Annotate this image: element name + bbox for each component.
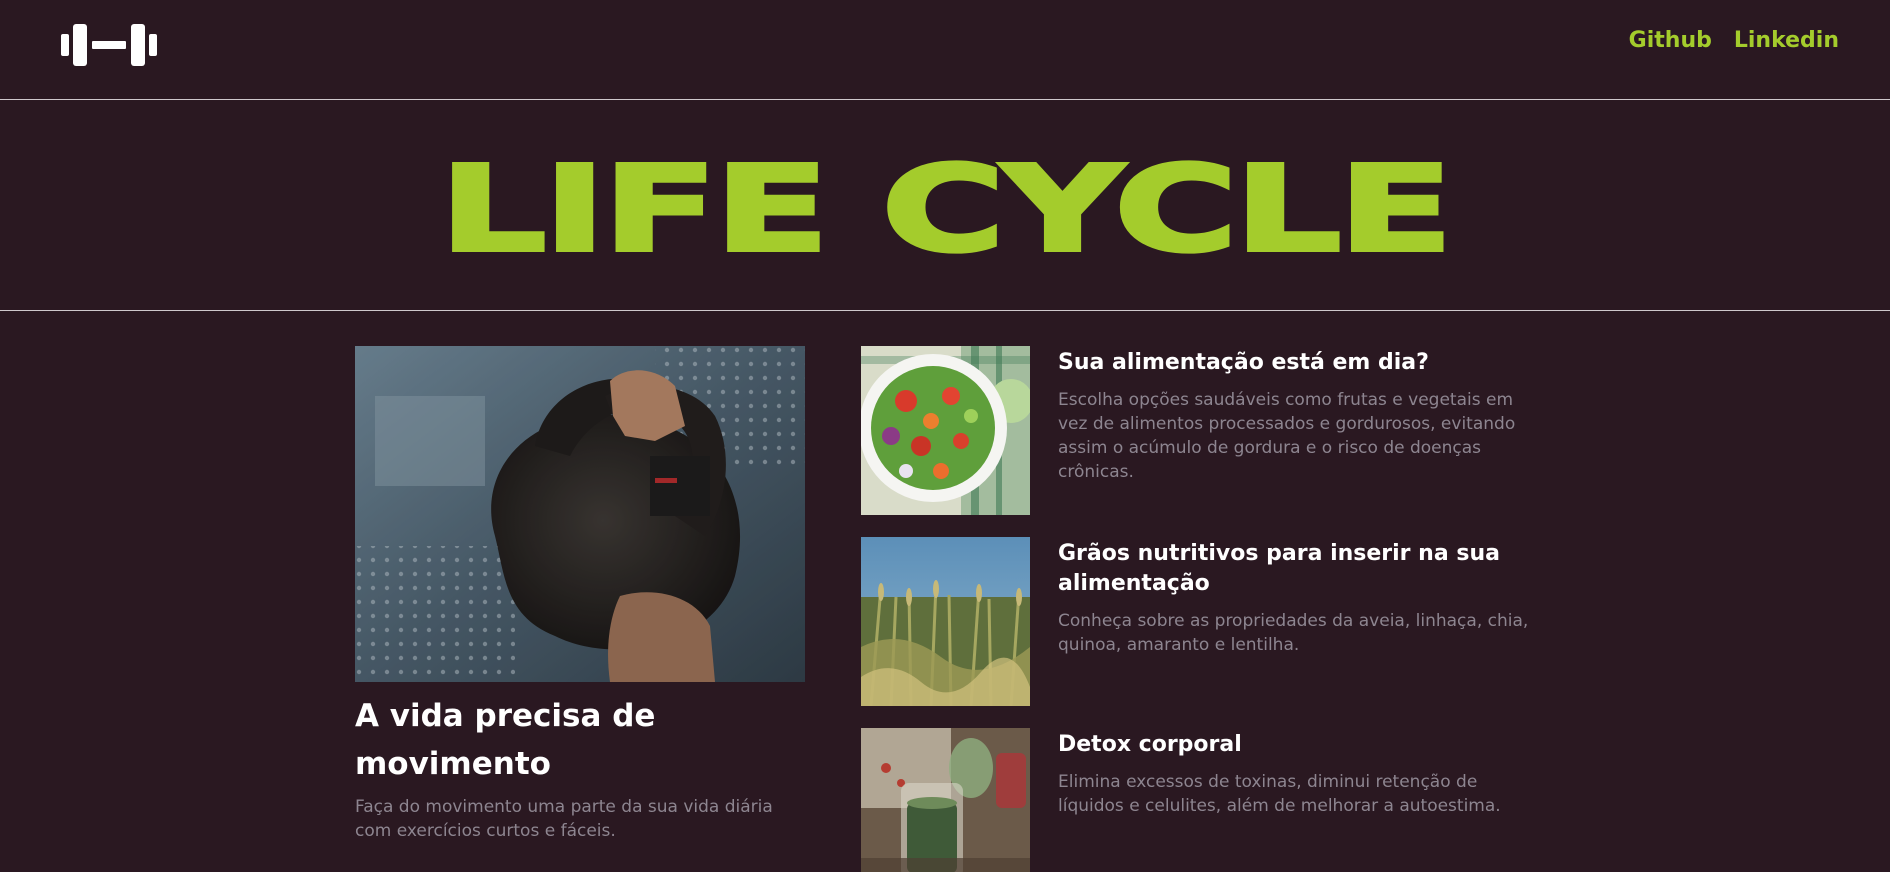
linkedin-link[interactable]: Linkedin bbox=[1734, 28, 1839, 53]
feature-description: Faça do movimento uma parte da sua vida … bbox=[355, 797, 773, 841]
grain-field-photo[interactable] bbox=[861, 537, 1030, 706]
dumbbell-icon[interactable] bbox=[61, 22, 157, 68]
article-card[interactable]: Sua alimentação está em dia? Escolha opç… bbox=[861, 346, 1541, 516]
github-link[interactable]: Github bbox=[1629, 28, 1712, 53]
site-header: Github Linkedin bbox=[0, 0, 1890, 100]
article-description: Escolha opções saudáveis como frutas e v… bbox=[1058, 390, 1516, 482]
article-description: Elimina excessos de toxinas, diminui ret… bbox=[1058, 772, 1501, 816]
article-title[interactable]: Grãos nutritivos para inserir na sua ali… bbox=[1058, 539, 1538, 599]
hero-banner: LIFE CYCLE bbox=[0, 101, 1890, 311]
article-card[interactable]: Grãos nutritivos para inserir na sua ali… bbox=[861, 537, 1541, 707]
article-title[interactable]: Detox corporal bbox=[1058, 730, 1538, 760]
article-description: Conheça sobre as propriedades da aveia, … bbox=[1058, 611, 1529, 655]
page-title: LIFE CYCLE bbox=[437, 139, 1456, 278]
salad-photo[interactable] bbox=[861, 346, 1030, 515]
top-nav: Github Linkedin bbox=[1629, 28, 1839, 53]
article-title[interactable]: Sua alimentação está em dia? bbox=[1058, 348, 1538, 378]
green-juice-photo[interactable] bbox=[861, 728, 1030, 872]
article-card[interactable]: Detox corporal Elimina excessos de toxin… bbox=[861, 728, 1541, 872]
feature-title[interactable]: A vida precisa de movimento bbox=[355, 692, 805, 788]
kettlebell-photo[interactable] bbox=[355, 346, 805, 682]
